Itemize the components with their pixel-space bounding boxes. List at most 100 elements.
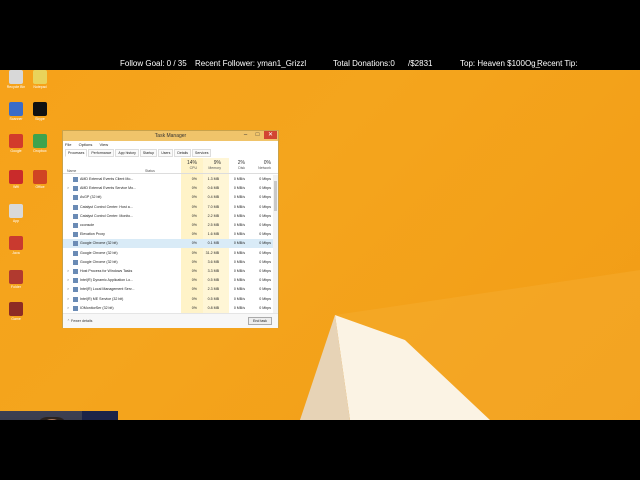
process-network: 0 Mbps (259, 278, 271, 283)
task-manager-titlebar[interactable]: Task Manager – □ ✕ (63, 131, 278, 141)
process-row[interactable]: Catalyst Control Center: Monito... 0% 2.2 … (63, 212, 273, 221)
process-network: 0 Mbps (259, 223, 271, 227)
header-status[interactable]: Status (145, 169, 155, 173)
desktop-icon[interactable]: App (4, 204, 28, 223)
process-network: 0 Mbps (259, 305, 271, 310)
process-row[interactable]: Google Chrome (32 bit) 0% 3.6 MB 0 MB/s 0 Mb… (63, 258, 273, 267)
process-name: Host Process for Windows Tasks (80, 269, 133, 273)
process-cpu: 0% (191, 195, 197, 200)
process-icon (73, 186, 78, 192)
desktop-icon[interactable]: Scanner (4, 102, 28, 121)
process-row[interactable]: Google Chrome (32 bit) 0% 0.1 MB 0 MB/s 0 Mb… (63, 239, 273, 249)
desktop-icon[interactable]: Office (28, 170, 52, 189)
process-icon (73, 223, 78, 228)
close-button[interactable]: ✕ (264, 131, 277, 139)
desktop-icon[interactable]: Game (4, 302, 28, 321)
desktop-icon-label: Office (35, 185, 45, 189)
header-network[interactable]: 0% Network (255, 160, 271, 170)
tab-details[interactable]: Details (174, 149, 192, 157)
desktop-icon-label: Recycle Bin (6, 85, 26, 89)
process-row[interactable]: Elevation Proxy 0% 1.6 MB 0 MB/s 0 Mbps (63, 230, 273, 239)
process-memory: 2.3 MB (207, 287, 219, 292)
process-row[interactable]: cconsole 0% 2.5 MB 0 MB/s 0 Mbps (63, 221, 273, 230)
tab-services[interactable]: Services (192, 149, 212, 157)
minimize-button[interactable]: – (241, 131, 250, 139)
task-manager-window[interactable]: Task Manager – □ ✕ File Options View Pro… (62, 130, 279, 328)
process-disk: 0 MB/s (233, 204, 245, 209)
tab-startup[interactable]: Startup (139, 149, 158, 157)
menu-file[interactable]: File (65, 142, 71, 147)
tab-performance[interactable]: Performance (88, 149, 115, 157)
fewer-details-link[interactable]: ⌃ Fewer details (67, 319, 92, 323)
footer: ⌃ Fewer details End task (63, 313, 278, 328)
process-name: Google Chrome (32 bit) (80, 250, 118, 255)
tab-users[interactable]: Users (158, 149, 174, 157)
process-icon (73, 278, 78, 284)
desktop-icon[interactable]: Skype (28, 102, 52, 121)
process-row[interactable]: AvGP (32 bit) 0% 0.4 MB 0 MB/s 0 Mbps (63, 193, 273, 202)
process-row[interactable]: Google Chrome (32 bit) 0% 31.2 MB 0 MB/s 0 M… (63, 249, 273, 258)
process-memory: 0.5 MB (207, 296, 219, 301)
maximize-button[interactable]: □ (253, 131, 262, 139)
process-memory: 0.6 MB (207, 186, 219, 191)
process-memory: 31.2 MB (205, 250, 219, 255)
process-disk: 0 MB/s (233, 195, 245, 200)
desktop-icon[interactable]: Folder (4, 270, 28, 289)
header-name[interactable]: Name (67, 169, 76, 173)
desktop-icon[interactable]: Wifi (4, 170, 28, 189)
process-row[interactable]: > IOMonitorSer (32 bit) 0% 0.8 MB 0 MB/s 0 Mb… (63, 304, 273, 313)
desktop-icon[interactable]: Recycle Bin (4, 70, 28, 89)
expand-arrow-icon[interactable]: > (67, 285, 69, 294)
process-memory: 7.0 MB (207, 204, 219, 209)
expand-arrow-icon[interactable]: > (67, 295, 69, 304)
expand-arrow-icon[interactable]: > (67, 276, 69, 285)
process-network: 0 Mbps (259, 204, 271, 209)
process-name: AMD External Events Service Mo... (80, 186, 137, 191)
process-icon (73, 305, 78, 311)
process-icon (73, 204, 78, 210)
tab-processes[interactable]: Processes (65, 149, 88, 157)
desktop-icon-label: App (12, 219, 20, 223)
expand-arrow-icon[interactable]: > (67, 184, 69, 193)
disk-label: Disk (238, 166, 245, 170)
process-memory: 2.2 MB (207, 213, 219, 218)
tab-app-history[interactable]: App history (115, 149, 139, 157)
header-cpu[interactable]: 14% CPU (181, 160, 197, 170)
process-row[interactable]: > AMD External Events Service Mo... 0% 0.6 … (63, 184, 273, 193)
process-row[interactable]: AMD External Events Client Mo... 0% 1.3 MB… (63, 175, 273, 184)
process-row[interactable]: > Intel(R) Dynamic Application Lo... 0% 0.5… (63, 276, 273, 285)
process-row[interactable]: > Host Process for Windows Tasks 0% 3.3 MB 0… (63, 267, 273, 276)
app-icon (9, 170, 23, 184)
scrollbar-thumb[interactable] (274, 181, 277, 211)
process-list: AMD External Events Client Mo... 0% 1.3 MB… (63, 175, 273, 313)
desktop-icon-label: Wifi (13, 185, 19, 189)
process-name: Intel(R) Local Management Serv... (80, 287, 135, 292)
end-task-button[interactable]: End task (248, 317, 272, 325)
process-row[interactable]: > Intel(R) ME Service (32 bit) 0% 0.5 MB 0 M… (63, 295, 273, 304)
process-row[interactable]: > Intel(R) Local Management Serv... 0% 2.3 … (63, 285, 273, 294)
app-icon (9, 204, 23, 218)
app-icon (33, 102, 47, 116)
menu-options[interactable]: Options (79, 142, 93, 147)
expand-arrow-icon[interactable]: > (67, 304, 69, 313)
desktop-icon-label: Folder (11, 285, 21, 289)
menu-view[interactable]: View (100, 142, 109, 147)
scrollbar[interactable] (273, 175, 278, 313)
app-icon (33, 70, 47, 84)
desktop-icon[interactable]: Google (4, 134, 28, 153)
header-disk[interactable]: 2% Disk (229, 160, 245, 170)
process-cpu: 0% (191, 259, 197, 264)
desktop-icon[interactable]: Java (4, 236, 28, 255)
process-icon (73, 232, 78, 238)
expand-arrow-icon[interactable]: > (67, 267, 69, 276)
header-memory[interactable]: 9% Memory (203, 160, 221, 170)
desktop-icon[interactable]: Dropbox (28, 134, 52, 153)
process-cpu: 0% (191, 241, 197, 246)
process-icon (73, 296, 78, 302)
top-donor-text: Top: Heaven $100Og_ (460, 59, 541, 68)
menu-bar: File Options View (65, 142, 114, 148)
desktop-icon-label: Scanner (9, 117, 23, 121)
process-network: 0 Mbps (259, 250, 271, 255)
desktop-icon[interactable]: Notepad (28, 70, 52, 89)
process-row[interactable]: Catalyst Control Center: Host a... 0% 7.0 … (63, 203, 273, 212)
